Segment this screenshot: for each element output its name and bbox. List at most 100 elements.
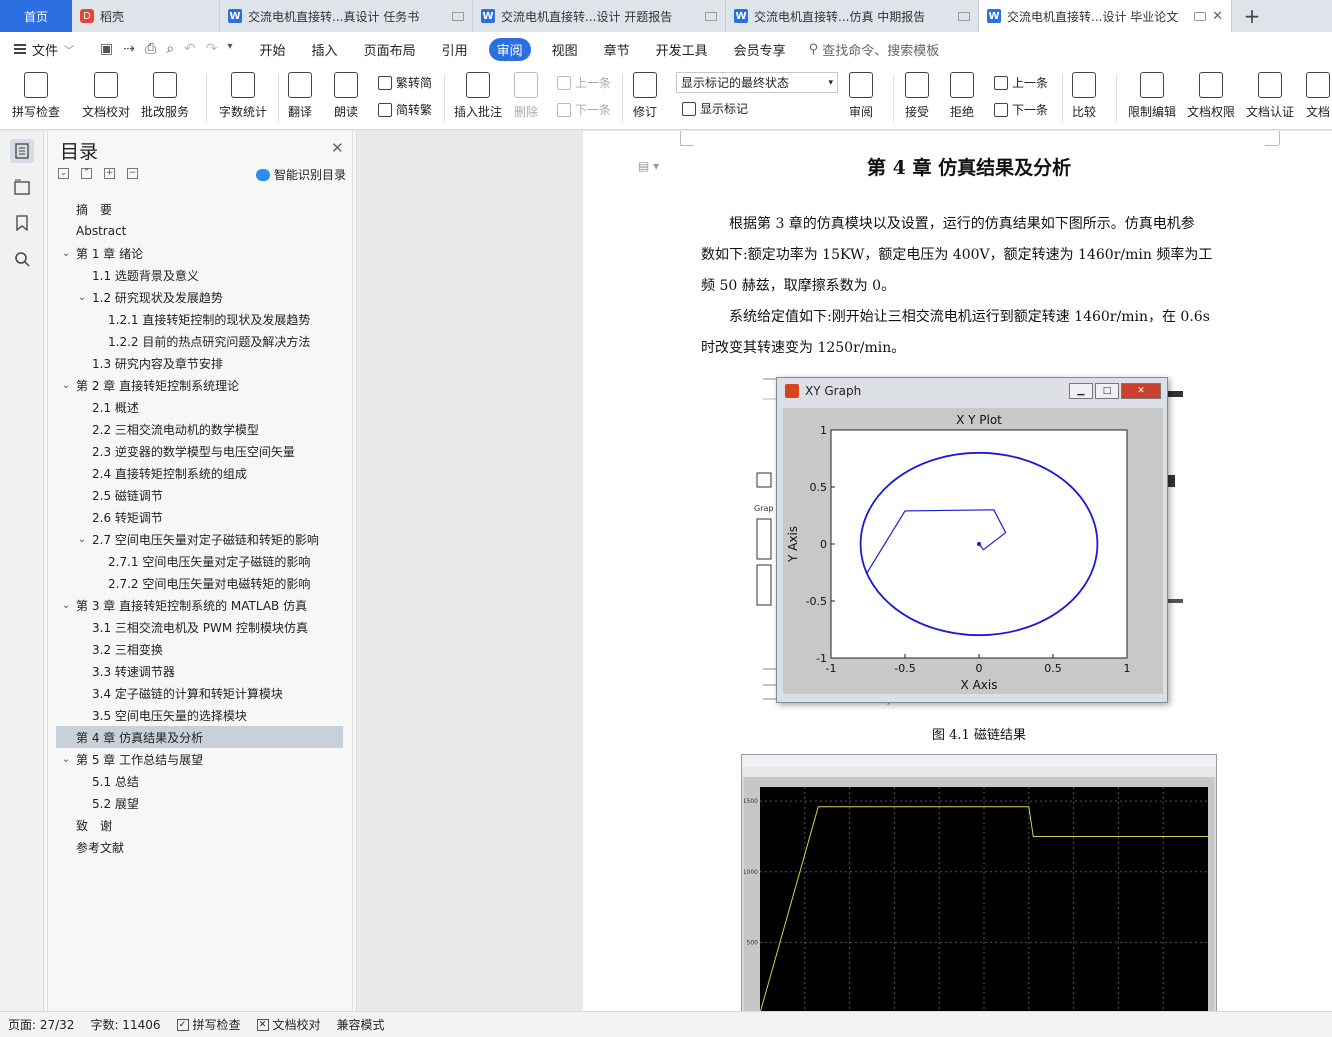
- toc-item[interactable]: 2.3 逆变器的数学模型与电压空间矢量: [56, 440, 343, 462]
- chapter-nav-icon[interactable]: [10, 175, 34, 199]
- toc-item[interactable]: ⌄ 第 1 章 绪论: [56, 242, 343, 264]
- read-aloud-button[interactable]: 朗读: [334, 72, 358, 120]
- customize-icon[interactable]: ▾: [228, 41, 233, 57]
- smart-toc-button[interactable]: 智能识别目录: [256, 166, 346, 183]
- chevron-down-icon[interactable]: ⌄: [60, 248, 72, 259]
- new-tab-button[interactable]: +: [1232, 0, 1272, 32]
- next-change-button[interactable]: 下一条: [994, 101, 1048, 118]
- toc-item[interactable]: 2.1 概述: [56, 396, 343, 418]
- toc-item[interactable]: 第 4 章 仿真结果及分析: [56, 726, 343, 748]
- remove-heading-icon[interactable]: −: [127, 168, 138, 179]
- prev-change-button[interactable]: 上一条: [994, 74, 1048, 91]
- word-count-button[interactable]: 字数统计: [219, 72, 267, 120]
- toc-item[interactable]: 5.2 展望: [56, 792, 343, 814]
- trad-to-simp-button[interactable]: 繁转简: [378, 74, 432, 91]
- toc-item[interactable]: 2.7.1 空间电压矢量对定子磁链的影响: [56, 550, 343, 572]
- compare-button[interactable]: 比较: [1072, 72, 1096, 120]
- review-pane-button[interactable]: 审阅: [849, 72, 873, 120]
- file-menu[interactable]: 文件 ﹀: [0, 40, 86, 59]
- expand-up-icon[interactable]: ⌃: [81, 168, 92, 179]
- toc-item[interactable]: 3.1 三相交流电机及 PWM 控制模块仿真: [56, 616, 343, 638]
- insert-comment-button[interactable]: 插入批注: [454, 72, 502, 120]
- collapse-all-icon[interactable]: ⌄: [58, 168, 69, 179]
- toc-item[interactable]: 3.4 定子磁链的计算和转矩计算模块: [56, 682, 343, 704]
- toc-item[interactable]: ⌄ 第 5 章 工作总结与展望: [56, 748, 343, 770]
- export-icon[interactable]: ⇢: [123, 41, 135, 57]
- prev-comment-button[interactable]: 上一条: [557, 74, 611, 91]
- bookmark-icon[interactable]: [10, 211, 34, 235]
- simp-to-trad-button[interactable]: 简转繁: [378, 101, 432, 118]
- reject-button[interactable]: 拒绝: [950, 72, 974, 120]
- toc-item[interactable]: 2.5 磁链调节: [56, 484, 343, 506]
- toc-item[interactable]: 摘 要: [56, 198, 343, 220]
- print-preview-icon[interactable]: ⌕: [166, 41, 174, 57]
- status-spell-check[interactable]: ✓ 拼写检查: [169, 1016, 249, 1033]
- next-comment-button[interactable]: 下一条: [557, 101, 611, 118]
- menu-start[interactable]: 开始: [247, 40, 299, 59]
- page-doc-icon[interactable]: ▤ ▾: [638, 159, 659, 173]
- show-markup-button[interactable]: 显示标记: [682, 100, 748, 117]
- close-icon[interactable]: ✕: [331, 139, 344, 157]
- chevron-down-icon[interactable]: ⌄: [60, 380, 72, 391]
- doc-permission-button[interactable]: 文档权限: [1187, 72, 1235, 120]
- toc-item[interactable]: 5.1 总结: [56, 770, 343, 792]
- page-indicator[interactable]: 页面: 27/32: [0, 1016, 82, 1033]
- chevron-down-icon[interactable]: ⌄: [60, 754, 72, 765]
- toc-item[interactable]: 1.2.1 直接转矩控制的现状及发展趋势: [56, 308, 343, 330]
- toc-item[interactable]: 1.2.2 目前的热点研究问题及解决方法: [56, 330, 343, 352]
- toc-item[interactable]: 1.1 选题背景及意义: [56, 264, 343, 286]
- toc-item[interactable]: ⌄ 2.7 空间电压矢量对定子磁链和转矩的影响: [56, 528, 343, 550]
- tab-doc-task[interactable]: W 交流电机直接转...真设计 任务书: [220, 0, 473, 32]
- status-doc-proof[interactable]: ✕ 文档校对: [249, 1016, 329, 1033]
- toc-nav-icon[interactable]: [10, 139, 34, 163]
- toc-item[interactable]: 2.7.2 空间电压矢量对电磁转矩的影响: [56, 572, 343, 594]
- toc-item[interactable]: 致 谢: [56, 814, 343, 836]
- toc-item[interactable]: 2.6 转矩调节: [56, 506, 343, 528]
- doc-proof-button[interactable]: 文档校对: [82, 72, 130, 120]
- delete-comment-button[interactable]: 删除: [514, 72, 538, 120]
- tab-doc-proposal[interactable]: W 交流电机直接转...设计 开题报告: [473, 0, 726, 32]
- spell-check-button[interactable]: 拼写检查: [12, 72, 60, 120]
- add-heading-icon[interactable]: +: [104, 168, 115, 179]
- tab-docer[interactable]: D 稻壳: [72, 0, 220, 32]
- toc-item[interactable]: 3.3 转速调节器: [56, 660, 343, 682]
- restrict-edit-button[interactable]: 限制编辑: [1128, 72, 1176, 120]
- close-tab-icon[interactable]: ✕: [1212, 9, 1223, 24]
- doc-certify-button[interactable]: 文档认证: [1246, 72, 1294, 120]
- toc-item[interactable]: 2.4 直接转矩控制系统的组成: [56, 462, 343, 484]
- chevron-down-icon[interactable]: ⌄: [76, 534, 88, 545]
- toc-item[interactable]: 参考文献: [56, 836, 343, 858]
- close-icon[interactable]: ✕: [1121, 383, 1161, 399]
- toc-item[interactable]: ⌄ 1.2 研究现状及发展趋势: [56, 286, 343, 308]
- tab-home[interactable]: 首页: [0, 0, 72, 32]
- word-count-indicator[interactable]: 字数: 11406: [82, 1016, 168, 1033]
- chevron-down-icon[interactable]: ⌄: [60, 600, 72, 611]
- minimize-icon[interactable]: ▁: [1069, 383, 1093, 399]
- toc-item[interactable]: ⌄ 第 3 章 直接转矩控制系统的 MATLAB 仿真: [56, 594, 343, 616]
- markup-state-select[interactable]: 显示标记的最终状态 ▾: [676, 72, 838, 93]
- revise-button[interactable]: 修订: [633, 72, 657, 120]
- menu-member[interactable]: 会员专享: [721, 40, 799, 59]
- menu-insert[interactable]: 插入: [299, 40, 351, 59]
- menu-review[interactable]: 审阅: [488, 37, 531, 61]
- accept-button[interactable]: 接受: [905, 72, 929, 120]
- maximize-icon[interactable]: □: [1095, 383, 1119, 399]
- toc-item[interactable]: Abstract: [56, 220, 343, 242]
- translate-button[interactable]: 翻译: [288, 72, 312, 120]
- redo-icon[interactable]: ↷: [206, 41, 218, 57]
- toc-item[interactable]: 1.3 研究内容及章节安排: [56, 352, 343, 374]
- print-icon[interactable]: ⎙: [145, 41, 156, 57]
- search-icon[interactable]: [10, 247, 34, 271]
- tab-doc-thesis[interactable]: W 交流电机直接转...设计 毕业论文 ✕: [979, 0, 1232, 32]
- save-icon[interactable]: ▣: [100, 41, 113, 57]
- menu-layout[interactable]: 页面布局: [351, 40, 429, 59]
- correct-service-button[interactable]: 批改服务: [141, 72, 189, 120]
- menu-chapter[interactable]: 章节: [591, 40, 643, 59]
- undo-icon[interactable]: ↶: [184, 41, 196, 57]
- toc-item[interactable]: ⌄ 第 2 章 直接转矩控制系统理论: [56, 374, 343, 396]
- chevron-down-icon[interactable]: ⌄: [76, 292, 88, 303]
- command-search[interactable]: ⚲ 查找命令、搜索模板: [799, 40, 940, 59]
- doc-more-button[interactable]: 文档: [1306, 72, 1330, 120]
- menu-view[interactable]: 视图: [539, 40, 591, 59]
- menu-developer[interactable]: 开发工具: [643, 40, 721, 59]
